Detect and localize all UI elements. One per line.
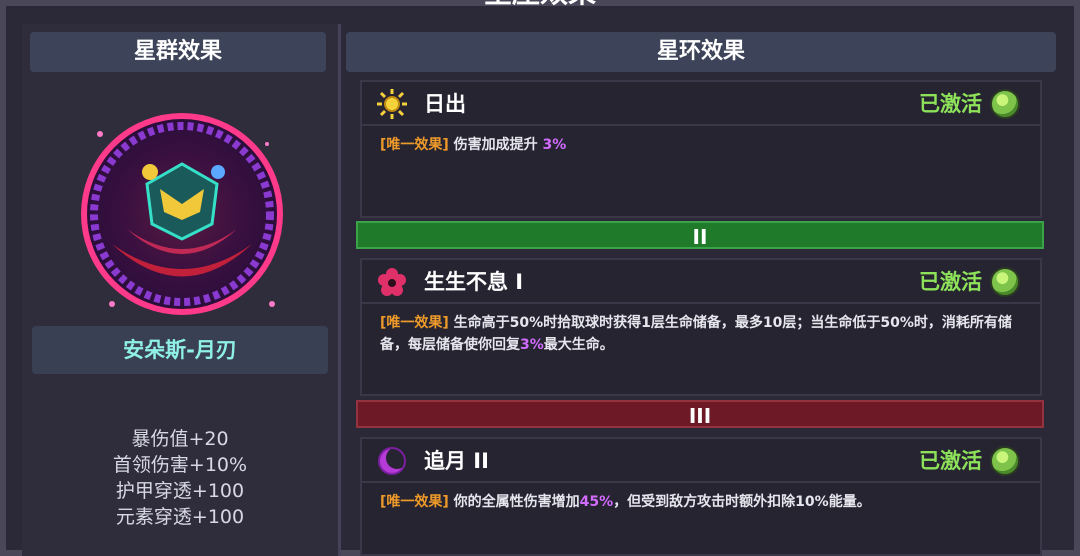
effect-status: 已激活 xyxy=(919,449,982,473)
active-indicator-icon xyxy=(990,446,1020,476)
star-ring-header: 星环效果 xyxy=(346,32,1056,72)
effect-name: 日出 xyxy=(424,92,466,116)
unique-effect-tag: [唯一效果] xyxy=(380,137,449,153)
active-indicator-icon xyxy=(990,267,1020,297)
unique-effect-tag: [唯一效果] xyxy=(380,315,449,331)
effect-description: [唯一效果] 伤害加成提升 3% xyxy=(380,134,1025,156)
effect-card-header: 追月 II 已激活 xyxy=(362,439,1040,483)
effect-desc-highlight: 45% xyxy=(579,494,614,510)
effect-description: [唯一效果] 生命高于50%时拾取球时获得1层生命储备，最多10层；当生命低于5… xyxy=(380,312,1025,356)
stat-element-penetration: 元素穿透+100 xyxy=(115,506,245,528)
effect-card-chase-moon[interactable]: 追月 II 已激活 [唯一效果] 你的全属性伤害增加45%，但受到敌方攻击时额外… xyxy=(360,437,1042,556)
effect-desc-text-after: ，但受到敌方攻击时额外扣除10%能量。 xyxy=(613,494,871,510)
effect-card-sunrise[interactable]: 日出 已激活 [唯一效果] 伤害加成提升 3% xyxy=(360,80,1042,218)
constellation-emblem-icon xyxy=(81,113,283,315)
character-name: 安朵斯-月刃 xyxy=(32,326,328,374)
effect-description: [唯一效果] 你的全属性伤害增加45%，但受到敌方攻击时额外扣除10%能量。 xyxy=(380,491,1025,513)
effect-status: 已激活 xyxy=(919,92,982,116)
sun-icon xyxy=(377,89,407,119)
flower-icon xyxy=(378,268,406,296)
effect-desc-text: 你的全属性伤害增加 xyxy=(453,494,580,510)
effect-card-header: 日出 已激活 xyxy=(362,82,1040,126)
effect-card-vitality[interactable]: 生生不息 I 已激活 [唯一效果] 生命高于50%时拾取球时获得1层生命储备，最… xyxy=(360,258,1042,396)
stat-crit-damage: 暴伤值+20 xyxy=(131,428,229,450)
effect-name: 追月 II xyxy=(424,449,489,473)
effect-status: 已激活 xyxy=(919,270,982,294)
stat-armor-penetration: 护甲穿透+100 xyxy=(115,480,245,502)
effect-name: 生生不息 I xyxy=(424,270,524,294)
constellation-panel: 星群效果 安朵斯-月刃 暴伤值+20 首领伤害+10% 护甲穿透+100 元素穿… xyxy=(22,24,341,556)
effect-desc-highlight: 3% xyxy=(520,337,544,353)
effect-desc-text: 伤害加成提升 xyxy=(453,137,538,153)
unique-effect-tag: [唯一效果] xyxy=(380,494,449,510)
crescent-moon-icon xyxy=(378,447,408,475)
effect-card-header: 生生不息 I 已激活 xyxy=(362,260,1040,304)
tier-divider-iii: III xyxy=(356,400,1044,428)
constellation-header: 星群效果 xyxy=(30,32,326,72)
effect-desc-text-after: 最大生命。 xyxy=(543,337,614,353)
tier-divider-ii: II xyxy=(356,221,1044,249)
stat-boss-damage: 首领伤害+10% xyxy=(112,454,248,476)
effect-desc-highlight: 3% xyxy=(542,137,567,153)
active-indicator-icon xyxy=(990,89,1020,119)
stat-list: 暴伤值+20 首领伤害+10% 护甲穿透+100 元素穿透+100 xyxy=(32,426,328,530)
window-title: 星座效果 xyxy=(450,0,630,8)
effect-desc-text: 生命高于50%时拾取球时获得1层生命储备，最多10层；当生命低于50%时，消耗所… xyxy=(380,315,1012,353)
